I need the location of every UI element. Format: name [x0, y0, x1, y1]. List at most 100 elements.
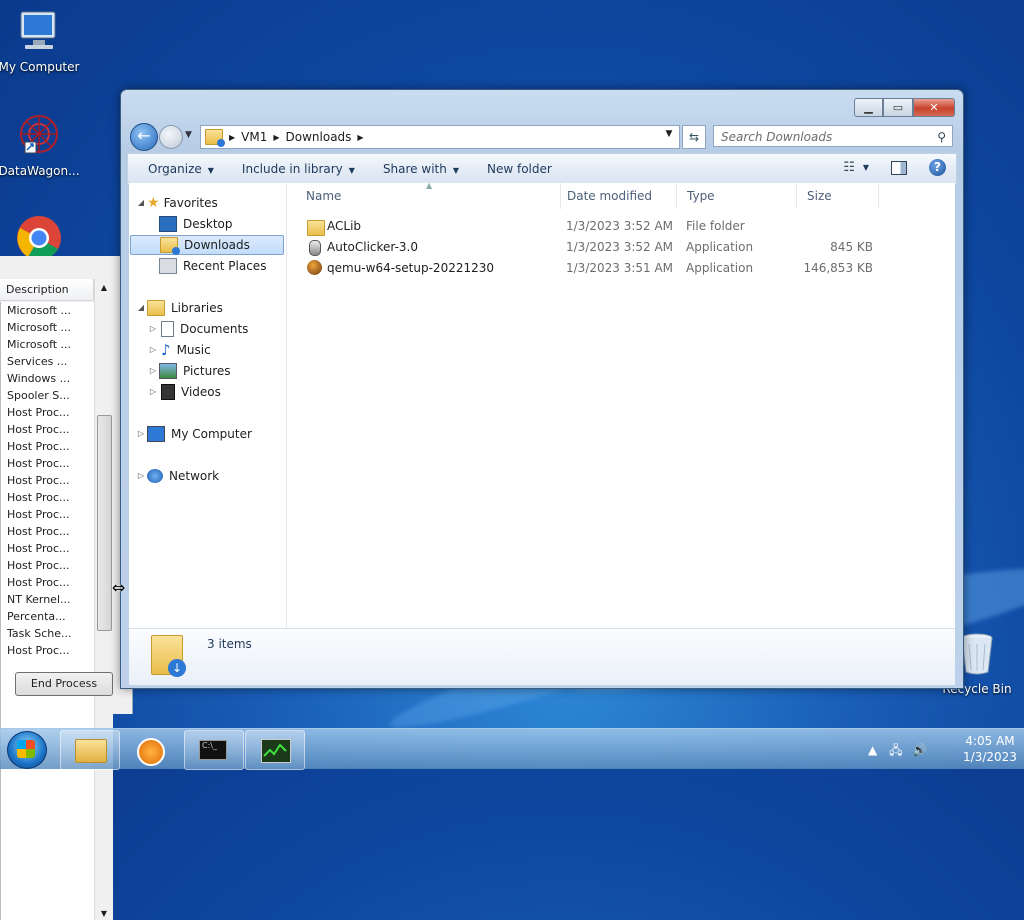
process-row[interactable]: Host Proc...	[1, 523, 95, 540]
process-row[interactable]: Host Proc...	[1, 557, 95, 574]
taskbar-task-manager-button[interactable]	[245, 730, 305, 770]
network-tray-icon[interactable]: 🖧	[889, 743, 902, 757]
view-options-icon[interactable]: ☷	[843, 160, 855, 175]
forward-button[interactable]	[159, 125, 183, 149]
process-row[interactable]: Windows ...	[1, 370, 95, 387]
process-row[interactable]: Task Sche...	[1, 625, 95, 642]
maximize-button[interactable]: ▭	[883, 98, 913, 117]
column-header-date-modified[interactable]: Date modified	[557, 183, 677, 209]
taskbar-media-player-button[interactable]	[120, 730, 180, 770]
process-row[interactable]: Host Proc...	[1, 506, 95, 523]
recent-pages-dropdown[interactable]: ▼	[185, 130, 192, 140]
clock-time: 4:05 AM	[965, 734, 1015, 748]
view-dropdown-icon[interactable]: ▼	[863, 163, 869, 172]
nav-recent-places[interactable]: Recent Places	[159, 256, 266, 276]
collapse-arrow-icon[interactable]: ▷	[135, 424, 147, 444]
file-size: 845 KB	[830, 240, 873, 254]
process-row[interactable]: Host Proc...	[1, 455, 95, 472]
nav-pictures[interactable]: ▷ Pictures	[147, 361, 231, 381]
refresh-button[interactable]: ⇆	[682, 125, 706, 149]
preview-pane-icon[interactable]	[891, 160, 907, 175]
minimize-button[interactable]: ▁	[854, 98, 883, 117]
scrollbar-thumb[interactable]	[97, 415, 112, 631]
breadcrumb-vm1[interactable]: VM1	[241, 130, 267, 144]
nav-label: Music	[176, 343, 211, 357]
process-row[interactable]: Spooler S...	[1, 387, 95, 404]
items-count: 3 items	[207, 637, 252, 651]
clock[interactable]: 4:05 AM 1/3/2023	[962, 733, 1018, 765]
nav-label: Desktop	[183, 217, 233, 231]
scroll-up-arrow-icon[interactable]: ▲	[95, 279, 113, 297]
process-row[interactable]: NT Kernel...	[1, 591, 95, 608]
process-row[interactable]: Microsoft ...	[1, 302, 95, 319]
nav-label: Favorites	[163, 196, 218, 210]
address-bar[interactable]: ▶ VM1 ▶ Downloads ▶ ▼	[200, 125, 680, 149]
organize-menu[interactable]: Organize ▼	[148, 162, 214, 176]
nav-my-computer[interactable]: ▷ My Computer	[135, 424, 252, 444]
expand-arrow-icon[interactable]: ◢	[135, 298, 147, 318]
nav-music[interactable]: ▷ ♪ Music	[147, 340, 211, 360]
back-button[interactable]: ←	[130, 123, 158, 151]
breadcrumb-arrow-icon[interactable]: ▶	[357, 133, 363, 142]
process-row[interactable]: Services ...	[1, 353, 95, 370]
taskbar-cmd-button[interactable]: C:\_	[184, 730, 244, 770]
taskbar-explorer-button[interactable]	[60, 730, 120, 770]
close-button[interactable]: ✕	[913, 98, 955, 117]
collapse-arrow-icon[interactable]: ▷	[147, 361, 159, 381]
process-row[interactable]: Host Proc...	[1, 642, 95, 659]
nav-videos[interactable]: ▷ Videos	[147, 382, 221, 402]
search-input[interactable]: Search Downloads ⚲	[713, 125, 953, 147]
breadcrumb-downloads[interactable]: Downloads	[286, 130, 352, 144]
file-row[interactable]: ACLib 1/3/2023 3:52 AM File folder	[287, 216, 955, 237]
description-column-header[interactable]: Description	[0, 279, 94, 301]
file-row[interactable]: qemu-w64-setup-20221230 1/3/2023 3:51 AM…	[287, 258, 955, 279]
nav-favorites[interactable]: ◢ ★ Favorites	[135, 193, 218, 213]
column-header-type[interactable]: Type	[677, 183, 797, 209]
share-with-menu[interactable]: Share with ▼	[383, 162, 459, 176]
collapse-arrow-icon[interactable]: ▷	[135, 466, 147, 486]
process-row[interactable]: Percenta...	[1, 608, 95, 625]
desktop-icon-my-computer[interactable]: My Computer	[0, 8, 81, 74]
nav-documents[interactable]: ▷ Documents	[147, 319, 248, 339]
process-row[interactable]: Host Proc...	[1, 472, 95, 489]
breadcrumb-arrow-icon[interactable]: ▶	[273, 133, 279, 142]
help-icon[interactable]: ?	[929, 159, 946, 176]
expand-arrow-icon[interactable]: ◢	[135, 193, 147, 213]
process-row[interactable]: Host Proc...	[1, 421, 95, 438]
new-folder-button[interactable]: New folder	[487, 162, 552, 176]
start-button[interactable]	[7, 731, 47, 769]
nav-desktop[interactable]: Desktop	[159, 214, 233, 234]
file-name: AutoClicker-3.0	[327, 240, 418, 254]
column-header-name[interactable]: Name	[296, 183, 561, 209]
process-list-scrollbar[interactable]: ▲ ▼	[94, 279, 113, 920]
desktop-icon-label: My Computer	[0, 60, 80, 74]
column-header-size[interactable]: Size	[797, 183, 879, 209]
collapse-arrow-icon[interactable]: ▷	[147, 382, 159, 402]
scroll-down-arrow-icon[interactable]: ▼	[95, 909, 113, 918]
process-row[interactable]: Host Proc...	[1, 574, 95, 591]
file-list: ▲ Name Date modified Type Size ACLib 1/3…	[287, 181, 955, 628]
file-type: Application	[686, 240, 754, 254]
process-row[interactable]: Host Proc...	[1, 438, 95, 455]
process-row[interactable]: Host Proc...	[1, 404, 95, 421]
include-in-library-menu[interactable]: Include in library ▼	[242, 162, 355, 176]
file-row[interactable]: AutoClicker-3.0 1/3/2023 3:52 AM Applica…	[287, 237, 955, 258]
show-hidden-icons-icon[interactable]: ▲	[868, 743, 877, 757]
file-name: qemu-w64-setup-20221230	[327, 261, 495, 275]
new-folder-label: New folder	[487, 162, 552, 176]
breadcrumb-arrow-icon[interactable]: ▶	[229, 133, 235, 142]
process-row[interactable]: Host Proc...	[1, 489, 95, 506]
nav-downloads[interactable]: Downloads	[130, 235, 284, 255]
collapse-arrow-icon[interactable]: ▷	[147, 340, 159, 360]
file-date: 1/3/2023 3:52 AM	[566, 240, 674, 254]
desktop-icon-datawagon[interactable]: DataWagon...	[0, 112, 81, 178]
end-process-button[interactable]: End Process	[15, 672, 113, 696]
nav-libraries[interactable]: ◢ Libraries	[135, 298, 223, 318]
collapse-arrow-icon[interactable]: ▷	[147, 319, 159, 339]
address-dropdown-icon[interactable]: ▼	[661, 129, 677, 139]
process-row[interactable]: Microsoft ...	[1, 336, 95, 353]
process-row[interactable]: Microsoft ...	[1, 319, 95, 336]
nav-network[interactable]: ▷ Network	[135, 466, 219, 486]
volume-icon[interactable]: 🔊	[912, 743, 927, 757]
process-row[interactable]: Host Proc...	[1, 540, 95, 557]
